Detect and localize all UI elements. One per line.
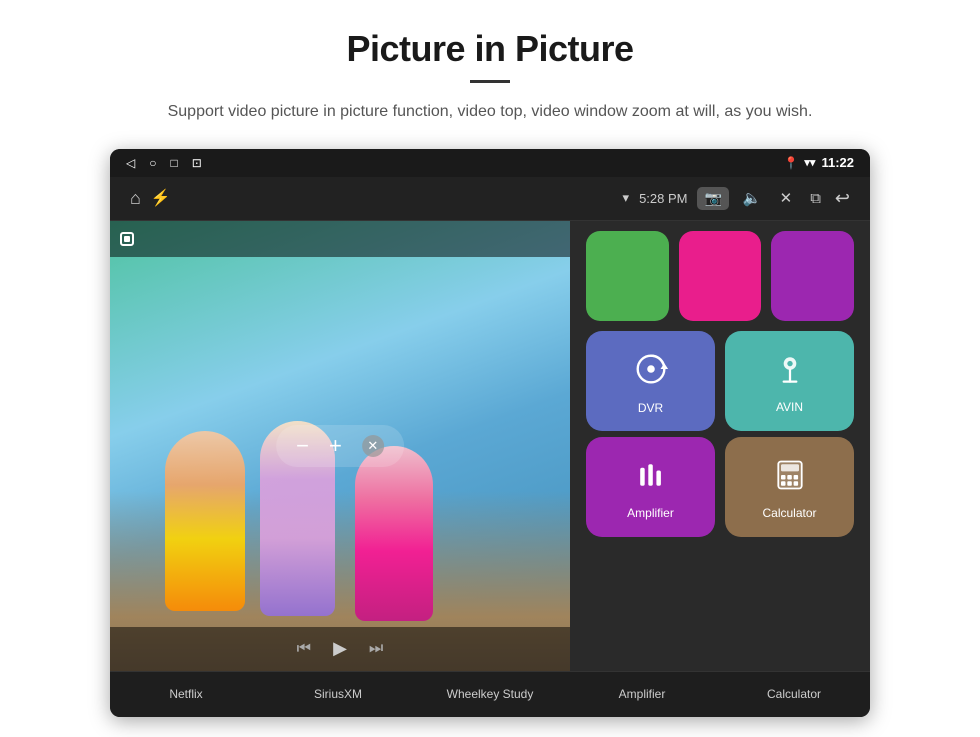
main-content: − + ✕ ⏮ ▶ ⏭ xyxy=(110,221,870,671)
pip-zoom-out[interactable]: − xyxy=(296,433,309,459)
dvr-icon-symbol xyxy=(632,350,670,393)
dvr-svg xyxy=(632,350,670,388)
page-title: Picture in Picture xyxy=(346,28,633,70)
pip-next-button[interactable]: ⏭ xyxy=(369,640,383,658)
status-time: 11:22 xyxy=(821,155,854,170)
status-bar-right: 📍 ▾▾ 11:22 xyxy=(783,155,854,170)
siriusxm-bottom-label[interactable]: SiriusXM xyxy=(262,671,414,717)
home-nav-icon[interactable]: ○ xyxy=(149,156,156,170)
record-icon xyxy=(120,232,134,246)
pip-mode-button[interactable]: ⧉ xyxy=(806,190,825,207)
nav-time: 5:28 PM xyxy=(639,191,687,206)
avin-label: AVIN xyxy=(776,400,803,414)
pip-zoom-controls[interactable]: − + ✕ xyxy=(276,425,404,467)
app-row-2: Amplifier xyxy=(586,437,854,537)
dvr-label: DVR xyxy=(638,401,663,415)
wheelkey-bottom-label[interactable]: Wheelkey Study xyxy=(414,671,566,717)
pip-prev-button[interactable]: ⏮ xyxy=(297,640,311,658)
app-icons-panel: DVR AVIN xyxy=(570,221,870,671)
wifi-status-icon: ▾▾ xyxy=(804,156,815,169)
calculator-bottom-label[interactable]: Calculator xyxy=(718,671,870,717)
avin-svg xyxy=(772,351,808,387)
bottom-labels-bar: Netflix SiriusXM Wheelkey Study Amplifie… xyxy=(110,671,870,717)
amplifier-svg xyxy=(633,457,669,493)
back-nav-icon[interactable]: ◁ xyxy=(126,156,135,170)
pip-overlay: − + ✕ ⏮ ▶ ⏭ xyxy=(110,221,570,671)
calculator-label: Calculator xyxy=(762,506,816,520)
close-pip-button[interactable]: ✕ xyxy=(776,189,797,207)
avin-app-icon[interactable]: AVIN xyxy=(725,331,854,431)
amplifier-label: Amplifier xyxy=(627,506,674,520)
close-x-icon: ✕ xyxy=(367,438,378,454)
status-bar: ◁ ○ □ ⊡ 📍 ▾▾ 11:22 xyxy=(110,149,870,177)
netflix-partial-icon[interactable] xyxy=(586,231,669,321)
nav-right: ▾ 5:28 PM 📷 🔈 ✕ ⧉ ↩ xyxy=(623,187,850,210)
menu-nav-icon[interactable]: ⊡ xyxy=(192,156,202,170)
app-row-1: DVR AVIN xyxy=(586,331,854,431)
nav-bar: ⌂ ⚡ ▾ 5:28 PM 📷 🔈 ✕ ⧉ ↩ xyxy=(110,177,870,221)
calculator-svg xyxy=(772,457,808,493)
amplifier-bottom-label[interactable]: Amplifier xyxy=(566,671,718,717)
recents-nav-icon[interactable]: □ xyxy=(170,156,177,170)
pip-top-bar xyxy=(110,221,570,257)
siriusxm-partial-icon[interactable] xyxy=(679,231,762,321)
page-subtitle: Support video picture in picture functio… xyxy=(168,99,813,125)
calculator-icon-symbol xyxy=(772,457,808,498)
amplifier-icon-symbol xyxy=(633,457,669,498)
camera-button[interactable]: 📷 xyxy=(697,187,728,210)
home-icon[interactable]: ⌂ xyxy=(130,188,141,209)
wheelkey-partial-icon[interactable] xyxy=(771,231,854,321)
usb-icon: ⚡ xyxy=(151,188,171,208)
app-row-top xyxy=(586,231,854,321)
pip-panel: − + ✕ ⏮ ▶ ⏭ xyxy=(110,221,570,671)
record-dot xyxy=(124,236,130,242)
pip-playback-controls: ⏮ ▶ ⏭ xyxy=(110,627,570,671)
pip-video[interactable]: − + ✕ ⏮ ▶ ⏭ xyxy=(110,221,570,671)
status-bar-left: ◁ ○ □ ⊡ xyxy=(126,156,202,170)
dvr-app-icon[interactable]: DVR xyxy=(586,331,715,431)
device-frame: ◁ ○ □ ⊡ 📍 ▾▾ 11:22 ⌂ ⚡ ▾ 5:28 PM 📷 🔈 xyxy=(110,149,870,717)
amplifier-app-icon[interactable]: Amplifier xyxy=(586,437,715,537)
pip-close-button[interactable]: ✕ xyxy=(362,435,384,457)
nav-back-button[interactable]: ↩ xyxy=(835,188,850,209)
pip-zoom-in[interactable]: + xyxy=(329,433,342,459)
calculator-app-icon[interactable]: Calculator xyxy=(725,437,854,537)
avin-icon-symbol xyxy=(772,351,808,392)
volume-button[interactable]: 🔈 xyxy=(739,189,766,207)
wifi-nav-icon: ▾ xyxy=(623,190,630,206)
nav-left: ⌂ ⚡ xyxy=(130,188,171,209)
location-icon: 📍 xyxy=(783,156,798,170)
pip-play-button[interactable]: ▶ xyxy=(333,638,347,659)
title-divider xyxy=(470,80,510,83)
netflix-bottom-label[interactable]: Netflix xyxy=(110,671,262,717)
